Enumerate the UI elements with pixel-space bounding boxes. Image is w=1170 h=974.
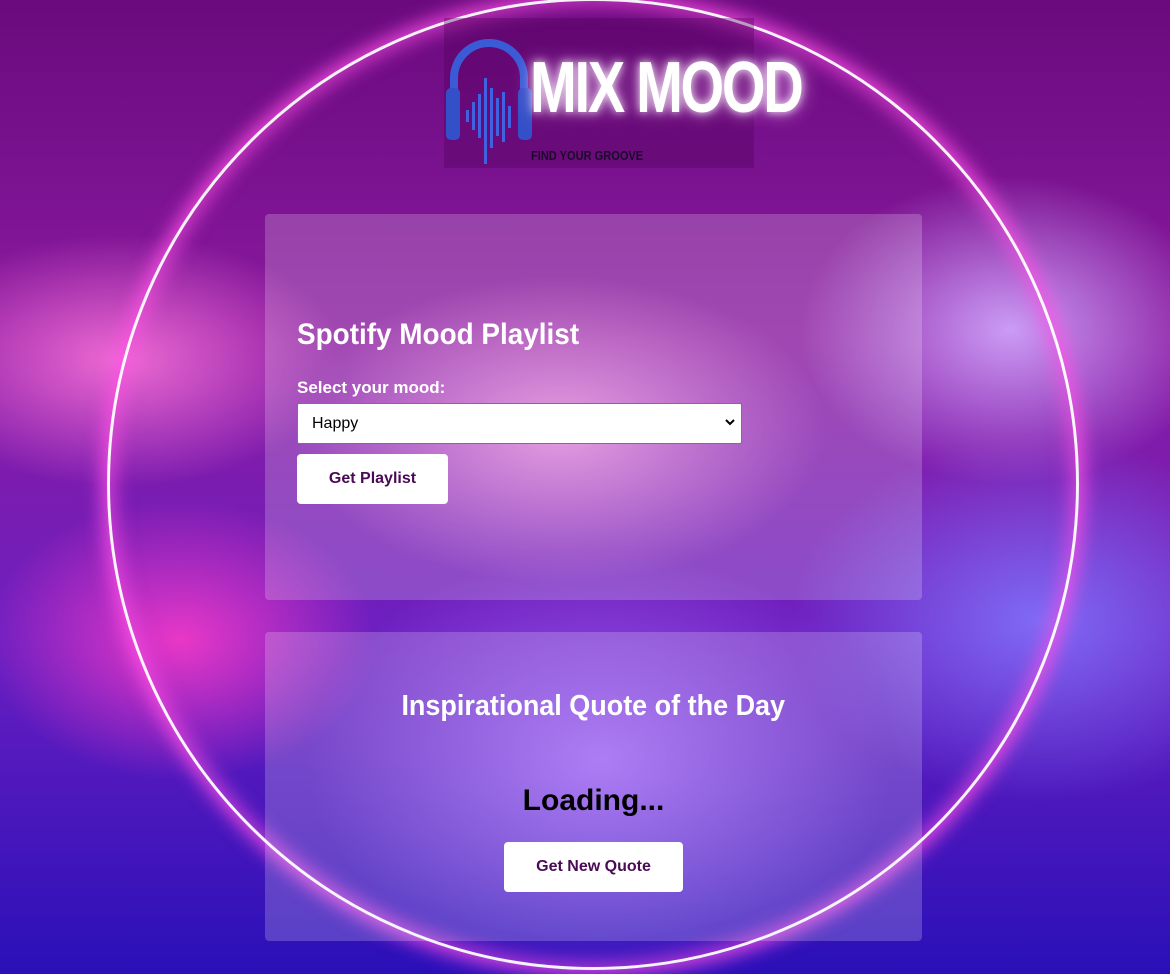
quote-text: Loading... (522, 784, 665, 817)
playlist-title: Spotify Mood Playlist (297, 318, 580, 351)
quote-title: Inspirational Quote of the Day (265, 690, 922, 723)
logo-tagline: FIND YOUR GROOVE (531, 148, 644, 163)
mood-select[interactable]: Happy (297, 403, 742, 444)
mood-select-value: Happy (312, 415, 359, 432)
quote-title-text: Inspirational Quote of the Day (401, 690, 786, 722)
chevron-down-icon (725, 419, 735, 426)
headphones-icon (446, 39, 532, 164)
logo: MIX MOOD FIND YOUR GROOVE (444, 18, 804, 168)
get-new-quote-button[interactable]: Get New Quote (504, 842, 683, 892)
playlist-card: Spotify Mood Playlist Select your mood: … (265, 214, 922, 600)
mood-label: Select your mood: (297, 378, 446, 397)
logo-title: MIX MOOD (530, 48, 804, 128)
get-playlist-button[interactable]: Get Playlist (297, 454, 448, 504)
quote-card: Inspirational Quote of the Day Loading..… (265, 632, 922, 941)
